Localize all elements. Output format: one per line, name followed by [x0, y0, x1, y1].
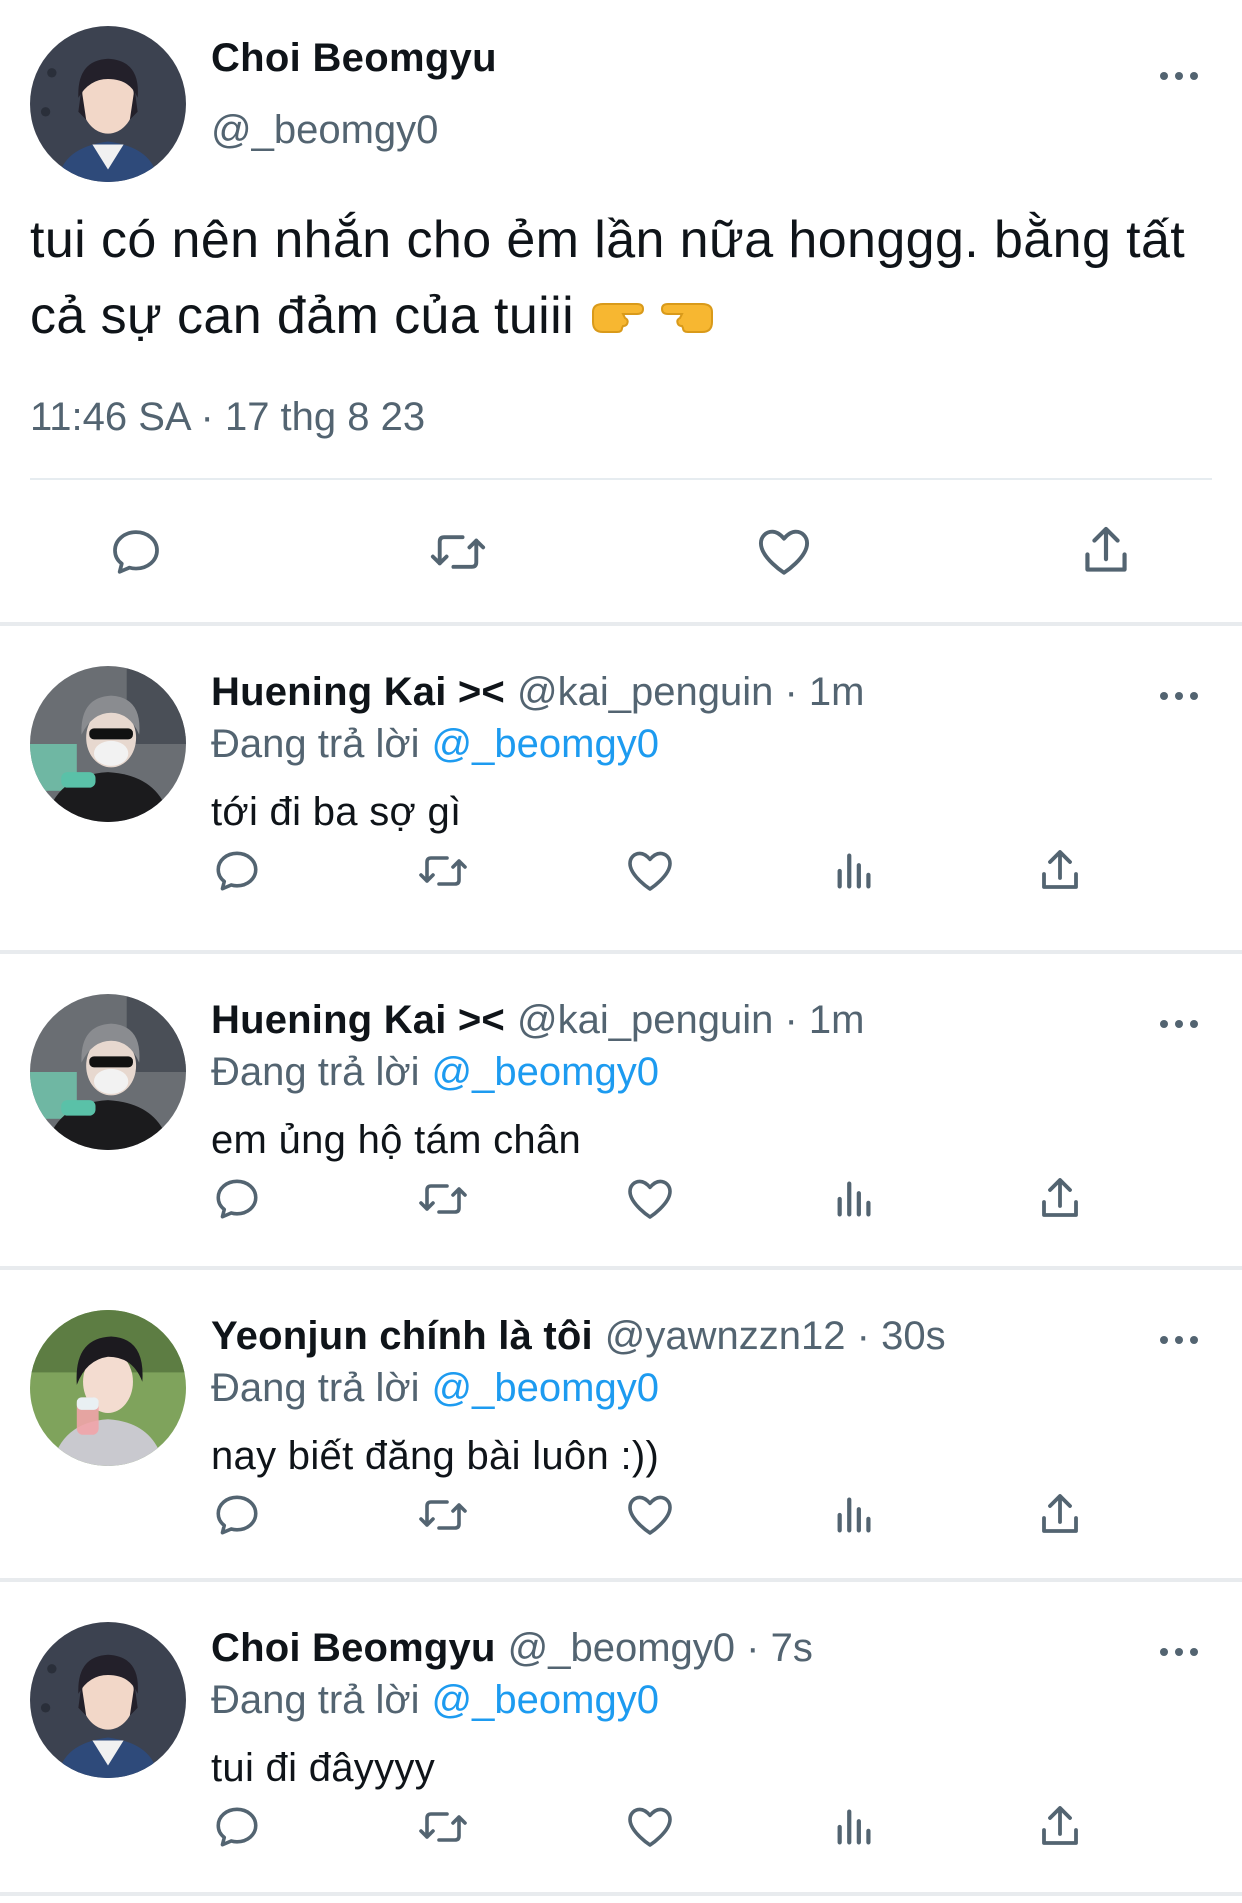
- backhand-index-pointing-right-icon: [589, 281, 645, 357]
- reply-icon[interactable]: [212, 846, 262, 896]
- retweet-icon[interactable]: [415, 1174, 471, 1224]
- more-options-icon[interactable]: [1158, 1014, 1202, 1034]
- author-handle[interactable]: @yawnzzn12: [605, 1314, 846, 1358]
- tweet-timestamp[interactable]: 11:46 SA · 17 thg 8 23: [30, 395, 425, 440]
- replying-to: Đang trả lời @_beomgy0: [211, 722, 659, 767]
- more-options-icon[interactable]: [1158, 1642, 1202, 1662]
- tweet-time[interactable]: · 7s: [746, 1626, 813, 1670]
- retweet-icon[interactable]: [415, 1802, 471, 1852]
- main-tweet: Choi Beomgyu @_beomgy0 tui có nên nhắn c…: [0, 0, 1242, 622]
- tweet-action-bar: [0, 520, 1242, 584]
- mention-link[interactable]: @_beomgy0: [432, 1366, 659, 1410]
- reply-tweet[interactable]: Choi Beomgyu @_beomgy0 · 7s Đang trả lời @…: [0, 1582, 1242, 1894]
- section-divider: [0, 1892, 1242, 1896]
- replying-to: Đang trả lời @_beomgy0: [211, 1366, 659, 1411]
- author-name[interactable]: Choi Beomgyu: [211, 36, 497, 81]
- reply-tweet[interactable]: Huening Kai >< @kai_penguin · 1m Đang trả…: [0, 626, 1242, 938]
- replying-label: Đang trả lời: [211, 1366, 420, 1410]
- share-icon[interactable]: [1036, 1174, 1084, 1224]
- tweet-action-bar: [0, 846, 1242, 906]
- replying-label: Đang trả lời: [211, 722, 420, 766]
- reply-tweet[interactable]: Yeonjun chính là tôi @yawnzzn12 · 30s Đan…: [0, 1270, 1242, 1582]
- avatar[interactable]: [30, 994, 186, 1150]
- author-handle[interactable]: @kai_penguin: [517, 670, 773, 714]
- author-name[interactable]: Choi Beomgyu: [211, 1626, 496, 1670]
- author-name[interactable]: Huening Kai ><: [211, 670, 505, 714]
- avatar-image: [30, 26, 186, 182]
- tweet-time[interactable]: · 30s: [857, 1314, 946, 1358]
- avatar-image: [30, 666, 186, 822]
- author-handle[interactable]: @_beomgy0: [211, 108, 438, 153]
- reply-icon[interactable]: [108, 524, 164, 580]
- retweet-icon[interactable]: [415, 846, 471, 896]
- analytics-icon[interactable]: [832, 1492, 878, 1538]
- share-icon[interactable]: [1036, 1802, 1084, 1852]
- reply-header: Yeonjun chính là tôi @yawnzzn12 · 30s: [211, 1314, 946, 1359]
- like-icon[interactable]: [624, 1490, 676, 1540]
- avatar-image: [30, 994, 186, 1150]
- avatar-image: [30, 1310, 186, 1466]
- tweet-text-container: tui có nên nhắn cho ẻm lần nữa honggg. b…: [30, 202, 1220, 357]
- more-options-icon[interactable]: [1158, 66, 1202, 86]
- analytics-icon[interactable]: [832, 1804, 878, 1850]
- avatar[interactable]: [30, 666, 186, 822]
- reply-header: Huening Kai >< @kai_penguin · 1m: [211, 998, 864, 1043]
- avatar[interactable]: [30, 26, 186, 182]
- share-icon[interactable]: [1036, 846, 1084, 896]
- retweet-icon[interactable]: [426, 524, 490, 580]
- author-handle[interactable]: @_beomgy0: [508, 1626, 735, 1670]
- tweet-action-bar: [0, 1490, 1242, 1550]
- tweet-text: tui đi đâyyyy: [211, 1746, 435, 1790]
- analytics-icon[interactable]: [832, 848, 878, 894]
- more-options-icon[interactable]: [1158, 1330, 1202, 1350]
- replying-label: Đang trả lời: [211, 1678, 420, 1722]
- like-icon[interactable]: [754, 524, 814, 580]
- backhand-index-pointing-left-icon: [660, 281, 716, 357]
- like-icon[interactable]: [624, 1802, 676, 1852]
- retweet-icon[interactable]: [415, 1490, 471, 1540]
- avatar[interactable]: [30, 1310, 186, 1466]
- tweet-action-bar: [0, 1802, 1242, 1862]
- tweet-time[interactable]: · 1m: [784, 998, 864, 1042]
- share-icon[interactable]: [1036, 1490, 1084, 1540]
- author-name[interactable]: Huening Kai ><: [211, 998, 505, 1042]
- replying-to: Đang trả lời @_beomgy0: [211, 1678, 659, 1723]
- tweet-action-bar: [0, 1174, 1242, 1234]
- tweet-time[interactable]: · 1m: [784, 670, 864, 714]
- analytics-icon[interactable]: [832, 1176, 878, 1222]
- mention-link[interactable]: @_beomgy0: [432, 1678, 659, 1722]
- reply-header: Choi Beomgyu @_beomgy0 · 7s: [211, 1626, 813, 1671]
- author-name[interactable]: Yeonjun chính là tôi: [211, 1314, 593, 1358]
- replying-to: Đang trả lời @_beomgy0: [211, 1050, 659, 1095]
- like-icon[interactable]: [624, 846, 676, 896]
- share-icon[interactable]: [1078, 522, 1134, 580]
- more-options-icon[interactable]: [1158, 686, 1202, 706]
- tweet-text: nay biết đăng bài luôn :)): [211, 1434, 660, 1478]
- divider: [30, 478, 1212, 480]
- avatar-image: [30, 1622, 186, 1778]
- avatar[interactable]: [30, 1622, 186, 1778]
- like-icon[interactable]: [624, 1174, 676, 1224]
- tweet-text: tới đi ba sợ gì: [211, 790, 462, 834]
- author-handle[interactable]: @kai_penguin: [517, 998, 773, 1042]
- reply-icon[interactable]: [212, 1490, 262, 1540]
- tweet-text: em ủng hộ tám chân: [211, 1118, 582, 1162]
- reply-header: Huening Kai >< @kai_penguin · 1m: [211, 670, 864, 715]
- reply-icon[interactable]: [212, 1174, 262, 1224]
- reply-tweet[interactable]: Huening Kai >< @kai_penguin · 1m Đang trả…: [0, 954, 1242, 1266]
- reply-icon[interactable]: [212, 1802, 262, 1852]
- replying-label: Đang trả lời: [211, 1050, 420, 1094]
- mention-link[interactable]: @_beomgy0: [432, 1050, 659, 1094]
- mention-link[interactable]: @_beomgy0: [432, 722, 659, 766]
